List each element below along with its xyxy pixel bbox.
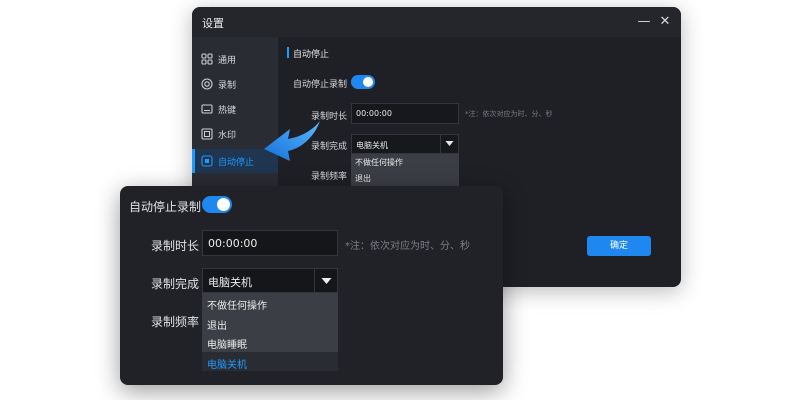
auto-stop-label: 自动停止录制: [129, 200, 202, 214]
dropdown-option[interactable]: 电脑睡眠: [202, 332, 338, 352]
complete-select-value: 电脑关机: [208, 276, 252, 289]
complete-select[interactable]: 电脑关机: [351, 134, 459, 154]
section-indicator: [287, 47, 289, 58]
section-title: 自动停止: [293, 50, 330, 60]
auto-stop-toggle[interactable]: [202, 196, 232, 213]
confirm-button[interactable]: 确定: [587, 236, 651, 256]
complete-select[interactable]: 电脑关机: [202, 268, 338, 293]
chevron-down-icon[interactable]: [314, 269, 337, 292]
watermark-icon: [201, 128, 213, 140]
record-icon: [201, 78, 213, 90]
duration-input[interactable]: 00:00:00: [202, 230, 338, 256]
close-button[interactable]: ✕: [655, 12, 675, 32]
duration-input[interactable]: 00:00:00: [351, 103, 459, 124]
minimize-button[interactable]: —: [634, 12, 654, 32]
frequency-label: 录制频率: [151, 315, 200, 329]
duration-note: *注：依次对应为时、分、秒: [465, 110, 553, 118]
auto-stop-label: 自动停止录制: [293, 80, 348, 90]
window-title: 设置: [202, 17, 224, 30]
sidebar-item-record[interactable]: 录制: [192, 72, 278, 96]
sidebar-item-general[interactable]: 通用: [192, 47, 278, 71]
complete-select-value: 电脑关机: [356, 141, 388, 150]
sidebar-item-label: 录制: [218, 81, 237, 91]
dropdown-option[interactable]: 退出: [202, 313, 338, 333]
zoom-panel: 自动停止录制 录制时长 00:00:00 *注：依次对应为时、分、秒 录制完成 …: [120, 186, 503, 385]
sidebar-item-label: 自动停止: [218, 158, 255, 168]
toggle-knob: [217, 198, 230, 211]
dropdown-option-selected[interactable]: 电脑关机: [202, 351, 338, 371]
sidebar-item-label: 水印: [218, 131, 237, 141]
toggle-knob: [363, 77, 373, 87]
complete-dropdown: 不做任何操作 退出 电脑睡眠 电脑关机: [202, 293, 338, 371]
keyboard-icon: [201, 104, 213, 114]
auto-stop-toggle[interactable]: [351, 75, 375, 89]
stop-icon: [201, 155, 213, 167]
sidebar-item-label: 热键: [218, 106, 237, 116]
complete-dropdown: 不做任何操作 退出: [351, 154, 459, 186]
chevron-down-icon[interactable]: [440, 135, 458, 153]
dropdown-option[interactable]: 不做任何操作: [351, 154, 459, 170]
dropdown-option[interactable]: 退出: [351, 170, 459, 186]
complete-label: 录制完成: [151, 277, 200, 291]
dropdown-option[interactable]: 不做任何操作: [202, 293, 338, 313]
duration-note: *注：依次对应为时、分、秒: [345, 241, 470, 252]
duration-label: 录制时长: [151, 239, 200, 253]
sidebar-item-label: 通用: [218, 56, 237, 66]
arrow-icon: [264, 121, 320, 161]
title-bar: 设置 — ✕: [192, 7, 681, 37]
grid-icon: [201, 53, 213, 65]
frequency-label: 录制频率: [311, 172, 348, 182]
